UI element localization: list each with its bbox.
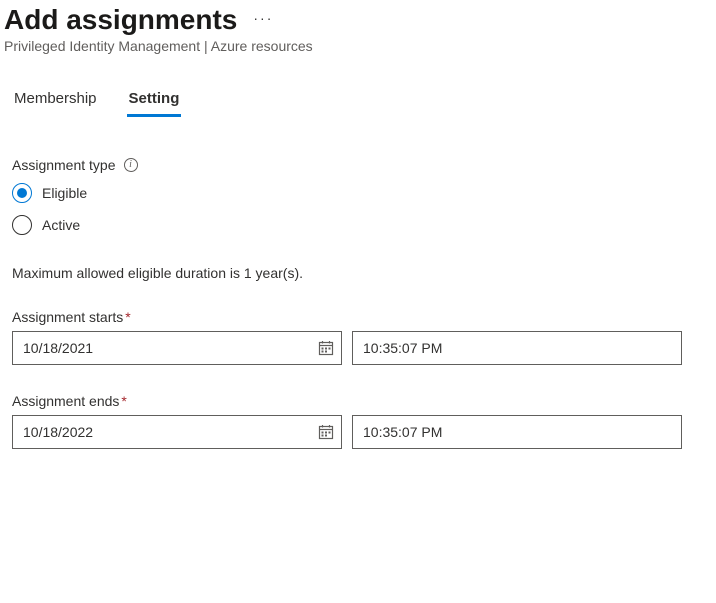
- assignment-starts-label: Assignment starts: [12, 309, 123, 325]
- tabs: Membership Setting: [4, 84, 704, 117]
- page-title: Add assignments: [4, 4, 237, 36]
- radio-eligible[interactable]: Eligible: [12, 183, 704, 203]
- radio-eligible-label: Eligible: [42, 185, 87, 201]
- calendar-icon[interactable]: [318, 340, 334, 356]
- more-actions-button[interactable]: ···: [253, 10, 273, 30]
- tab-membership[interactable]: Membership: [12, 84, 99, 115]
- calendar-icon[interactable]: [318, 424, 334, 440]
- radio-eligible-circle: [12, 183, 32, 203]
- info-icon[interactable]: i: [124, 158, 138, 172]
- assignment-starts-time-input[interactable]: [352, 331, 682, 365]
- required-indicator: *: [125, 309, 130, 325]
- radio-active-label: Active: [42, 217, 80, 233]
- assignment-ends-label: Assignment ends: [12, 393, 119, 409]
- duration-note: Maximum allowed eligible duration is 1 y…: [4, 265, 704, 281]
- radio-active[interactable]: Active: [12, 215, 704, 235]
- radio-active-circle: [12, 215, 32, 235]
- assignment-ends-time-input[interactable]: [352, 415, 682, 449]
- assignment-starts-date-input[interactable]: [12, 331, 342, 365]
- assignment-type-label: Assignment type: [12, 157, 116, 173]
- breadcrumb: Privileged Identity Management | Azure r…: [4, 38, 704, 54]
- assignment-type-group: Eligible Active: [12, 183, 704, 235]
- tab-setting[interactable]: Setting: [127, 84, 182, 115]
- assignment-ends-date-input[interactable]: [12, 415, 342, 449]
- required-indicator: *: [121, 393, 126, 409]
